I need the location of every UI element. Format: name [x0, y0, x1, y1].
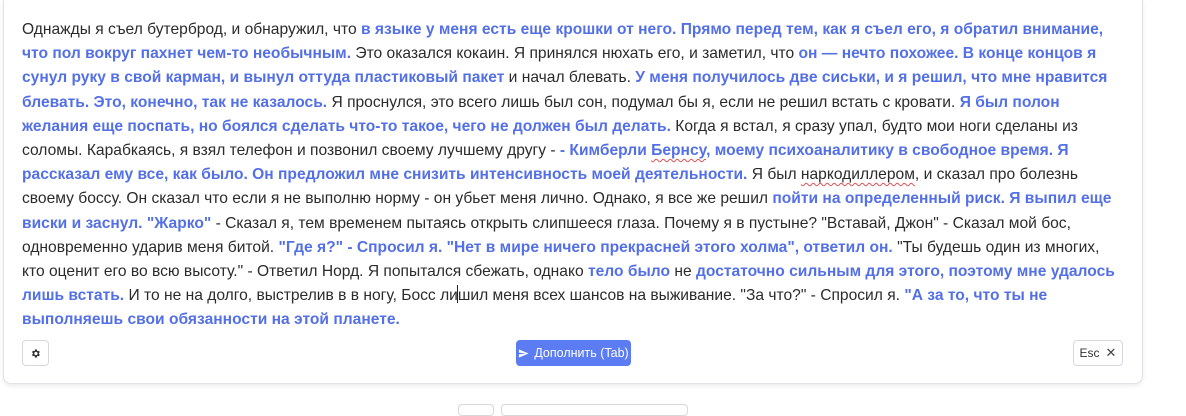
user-text: Однажды я съел бутерброд, и обнаружил, ч… [22, 21, 361, 38]
continue-button-label: Дополнить (Tab) [534, 346, 629, 360]
ai-generated-text: тело было [587, 263, 671, 281]
esc-button-label: Esc [1079, 346, 1100, 360]
esc-button[interactable]: Esc ✕ [1073, 340, 1123, 366]
misspelled-word: наркодиллером [800, 166, 915, 184]
bottom-control-left[interactable] [458, 404, 494, 416]
user-text: не [670, 263, 696, 281]
user-text: Это оказался кокаин. Я принялся нюхать е… [351, 45, 799, 63]
user-text: И то не на долго, выстрелив в в ногу, Бо… [124, 287, 458, 305]
ai-generated-text: "Жарко" [146, 214, 212, 232]
user-text: шил меня всех шансов на выживание. "За ч… [457, 287, 905, 305]
story-text[interactable]: Однажды я съел бутерброд, и обнаружил, ч… [22, 18, 1124, 333]
user-text: Я был [747, 166, 801, 184]
send-icon [519, 348, 529, 358]
user-text: и начал блевать. [504, 69, 636, 87]
misspelled-word: Бернсу [651, 142, 707, 160]
ai-generated-text: "Где я?" - Спросил я. "Нет в мире ничего… [278, 238, 893, 256]
bottom-control-right[interactable] [501, 404, 688, 416]
close-icon: ✕ [1105, 345, 1117, 360]
user-text: Я проснулся, это всего лишь был сон, под… [327, 93, 960, 111]
gear-icon [31, 348, 40, 358]
settings-button[interactable] [22, 340, 49, 366]
continue-button[interactable]: Дополнить (Tab) [516, 340, 631, 366]
ai-generated-text: - Кимберли [559, 142, 652, 160]
